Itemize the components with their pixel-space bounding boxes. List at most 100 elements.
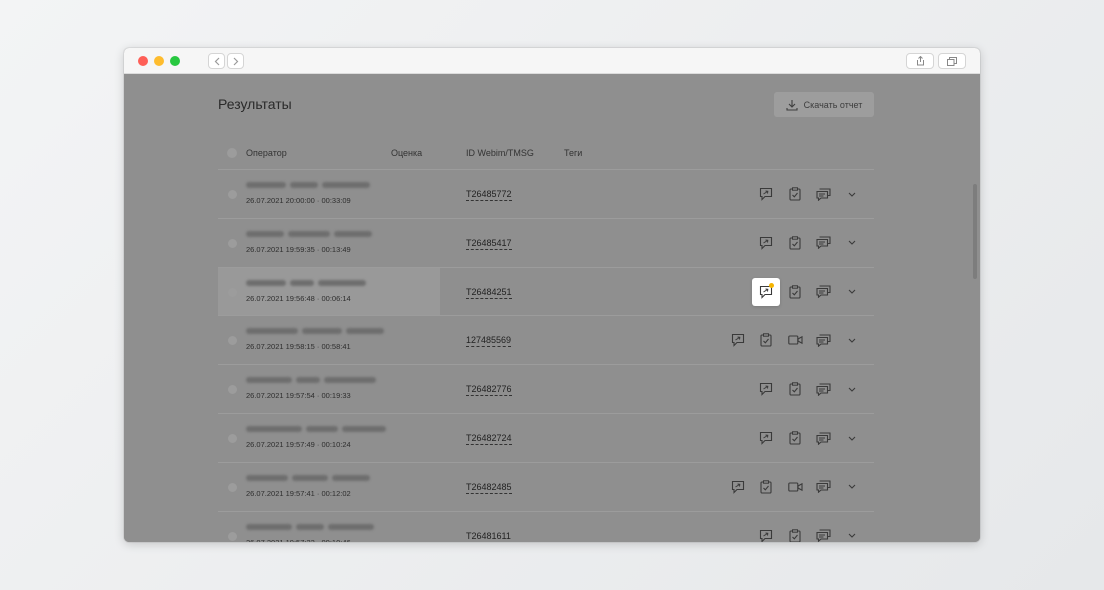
row-datetime: 26.07.2021 19:57:49 · 00:10:24 [246,440,351,449]
operator-name-redacted [290,279,314,286]
messages-button[interactable] [813,379,833,399]
chat-share-button[interactable] [752,277,780,306]
row-hover-background [218,267,440,316]
back-button[interactable] [208,53,225,69]
table-row[interactable]: 26.07.2021 19:57:54 · 00:19:33 T26482776 [218,364,874,413]
video-button[interactable] [785,477,805,497]
chat-share-button[interactable] [756,233,776,253]
chevron-right-icon [233,57,238,65]
checklist-button[interactable] [756,477,776,497]
checklist-button[interactable] [785,379,805,399]
checklist-button[interactable] [785,526,805,542]
operator-name-redacted [246,328,298,335]
column-header-operator[interactable]: Оператор [246,148,287,158]
chat-share-button[interactable] [756,184,776,204]
expand-row-button[interactable] [842,379,862,399]
column-header-rating[interactable]: Оценка [391,148,422,158]
share-button[interactable] [906,53,934,69]
forward-button[interactable] [227,53,244,69]
expand-row-button[interactable] [842,330,862,350]
expand-row-button[interactable] [842,184,862,204]
close-window-button[interactable] [138,56,148,66]
download-report-button[interactable]: Скачать отчет [774,92,874,117]
video-button[interactable] [785,330,805,350]
browser-window: Результаты Скачать отчет Оператор Оценка… [124,48,980,542]
row-id-link[interactable]: T26482485 [466,482,512,494]
video-icon [787,335,803,345]
messages-button[interactable] [813,477,833,497]
chevron-down-icon [848,387,856,392]
messages-button[interactable] [813,282,833,302]
chat-share-button[interactable] [756,379,776,399]
zoom-window-button[interactable] [170,56,180,66]
notification-badge [769,282,774,288]
checklist-button[interactable] [785,233,805,253]
checklist-icon [760,333,772,347]
tabs-button[interactable] [938,53,966,69]
checklist-icon [789,187,801,201]
row-id-link[interactable]: T26482724 [466,433,512,445]
checklist-button[interactable] [785,282,805,302]
table-row[interactable]: 26.07.2021 20:00:00 · 00:33:09 T26485772 [218,169,874,218]
table-row[interactable]: 26.07.2021 19:59:35 · 00:13:49 T26485417 [218,217,874,267]
row-checkbox[interactable] [228,434,237,443]
table-row[interactable]: 26.07.2021 19:57:49 · 00:10:24 T26482724 [218,413,874,462]
row-id-link[interactable]: T26482776 [466,384,512,397]
checklist-icon [789,528,801,542]
messages-button[interactable] [813,233,833,253]
row-id-link[interactable]: T26485772 [466,189,512,201]
row-datetime: 26.07.2021 19:59:35 · 00:13:49 [246,244,351,254]
messages-button[interactable] [813,184,833,204]
checklist-button[interactable] [785,428,805,448]
chat-share-button[interactable] [728,330,748,350]
messages-button[interactable] [813,428,833,448]
scrollbar[interactable] [973,184,977,279]
expand-row-button[interactable] [842,428,862,448]
chat-share-button[interactable] [728,477,748,497]
row-checkbox[interactable] [228,336,237,346]
titlebar [124,48,980,74]
expand-row-button[interactable] [842,477,862,497]
checklist-icon [760,480,772,494]
row-id-link[interactable]: T26484251 [466,287,512,299]
select-all-checkbox[interactable] [227,148,237,158]
row-checkbox[interactable] [228,287,237,297]
chat-share-button[interactable] [756,526,776,542]
chevron-down-icon [848,533,856,538]
messages-icon [815,285,831,299]
chat-share-icon [759,431,773,445]
table-row[interactable]: 26.07.2021 19:57:22 · 00:10:46 T26481611 [218,510,874,542]
row-id-link[interactable]: T26485417 [466,238,512,250]
row-id-link[interactable]: T26481611 [466,531,511,542]
row-checkbox[interactable] [228,385,237,395]
operator-name-redacted [302,328,342,335]
row-datetime: 26.07.2021 20:00:00 · 00:33:09 [246,196,351,205]
chevron-down-icon [848,436,856,441]
operator-name-redacted [246,474,288,481]
operator-name-redacted [324,377,376,384]
row-checkbox[interactable] [228,238,237,248]
checklist-button[interactable] [785,184,805,204]
chevron-down-icon [848,338,856,343]
operator-name-redacted [292,474,328,481]
share-icon [916,56,924,66]
table-row[interactable]: 26.07.2021 19:58:15 · 00:58:41 127485569 [218,315,874,364]
row-checkbox[interactable] [228,531,237,541]
checklist-button[interactable] [756,330,776,350]
expand-row-button[interactable] [842,233,862,253]
chat-share-icon [759,236,773,250]
expand-row-button[interactable] [842,282,862,302]
table-row[interactable]: 26.07.2021 19:56:48 · 00:06:14 T26484251 [218,266,874,316]
column-header-id[interactable]: ID Webim/TMSG [466,148,534,158]
table-row[interactable]: 26.07.2021 19:57:41 · 00:12:02 T26482485 [218,461,874,511]
messages-button[interactable] [813,330,833,350]
row-checkbox[interactable] [228,190,237,199]
row-id-link[interactable]: 127485569 [466,335,512,348]
column-header-tags[interactable]: Теги [564,148,582,158]
chat-share-button[interactable] [756,428,776,448]
tabs-icon [947,56,957,66]
minimize-window-button[interactable] [154,56,164,66]
messages-button[interactable] [813,526,833,542]
expand-row-button[interactable] [842,526,862,542]
row-checkbox[interactable] [228,482,237,492]
